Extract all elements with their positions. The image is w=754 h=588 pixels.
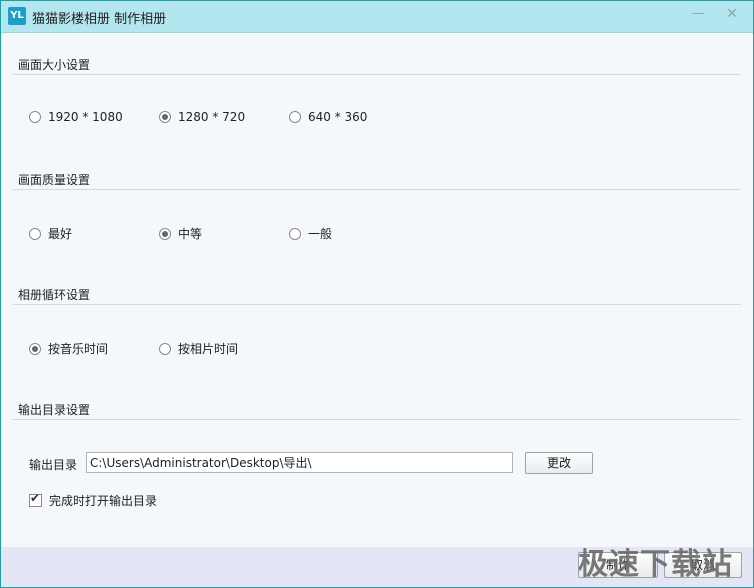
checkbox-box: ✔ bbox=[29, 491, 42, 507]
quality-normal-radio[interactable]: 一般 bbox=[289, 225, 332, 242]
quality-medium-radio[interactable]: 中等 bbox=[159, 225, 202, 242]
open-on-finish-checkbox[interactable]: ✔ 完成时打开输出目录 bbox=[29, 491, 158, 509]
loop-by-photo-radio[interactable]: 按相片时间 bbox=[159, 340, 238, 357]
divider bbox=[13, 74, 741, 75]
output-dir-label: 输出目录 bbox=[29, 458, 78, 472]
loop-by-music-radio[interactable]: 按音乐时间 bbox=[29, 340, 108, 357]
make-album-window: YL 猫猫影楼相册 制作相册 — ✕ 画面大小设置 1920 * 1080 12… bbox=[0, 0, 754, 588]
quality-best-radio[interactable]: 最好 bbox=[29, 225, 72, 242]
loop-section-title: 相册循环设置 bbox=[18, 288, 91, 302]
output-path-input[interactable] bbox=[86, 452, 513, 473]
size-1920-radio[interactable]: 1920 * 1080 bbox=[29, 110, 123, 124]
app-logo-icon: YL bbox=[8, 7, 26, 25]
title-bar: YL 猫猫影楼相册 制作相册 — ✕ bbox=[1, 1, 753, 33]
radio-circle bbox=[29, 111, 41, 123]
output-section-title: 输出目录设置 bbox=[18, 403, 91, 417]
divider bbox=[13, 304, 741, 305]
radio-label: 一般 bbox=[308, 227, 333, 241]
size-1280-radio[interactable]: 1280 * 720 bbox=[159, 110, 245, 124]
close-button[interactable]: ✕ bbox=[720, 4, 744, 24]
checkbox-label: 完成时打开输出目录 bbox=[49, 494, 158, 508]
window-title: 猫猫影楼相册 制作相册 bbox=[32, 12, 167, 27]
size-section-title: 画面大小设置 bbox=[18, 58, 91, 72]
radio-circle bbox=[289, 227, 301, 240]
radio-circle-selected bbox=[29, 342, 41, 355]
radio-label: 按相片时间 bbox=[178, 342, 239, 356]
radio-circle-selected bbox=[159, 227, 171, 240]
size-640-radio[interactable]: 640 * 360 bbox=[289, 110, 367, 124]
radio-label: 中等 bbox=[178, 227, 203, 241]
radio-circle-selected bbox=[159, 111, 171, 123]
radio-circle bbox=[289, 111, 301, 123]
radio-circle bbox=[29, 227, 41, 240]
quality-section-title: 画面质量设置 bbox=[18, 173, 91, 187]
minimize-button[interactable]: — bbox=[686, 4, 710, 24]
radio-circle bbox=[159, 342, 171, 355]
radio-label: 1280 * 720 bbox=[178, 110, 246, 124]
radio-label: 640 * 360 bbox=[308, 110, 368, 124]
change-dir-button[interactable]: 更改 bbox=[525, 452, 593, 474]
radio-label: 按音乐时间 bbox=[48, 342, 109, 356]
radio-label: 1920 * 1080 bbox=[48, 110, 123, 124]
watermark-text: 极速下载站 bbox=[578, 547, 733, 582]
divider bbox=[13, 419, 741, 420]
divider bbox=[13, 189, 741, 190]
radio-label: 最好 bbox=[48, 227, 73, 241]
check-icon: ✔ bbox=[30, 491, 41, 505]
